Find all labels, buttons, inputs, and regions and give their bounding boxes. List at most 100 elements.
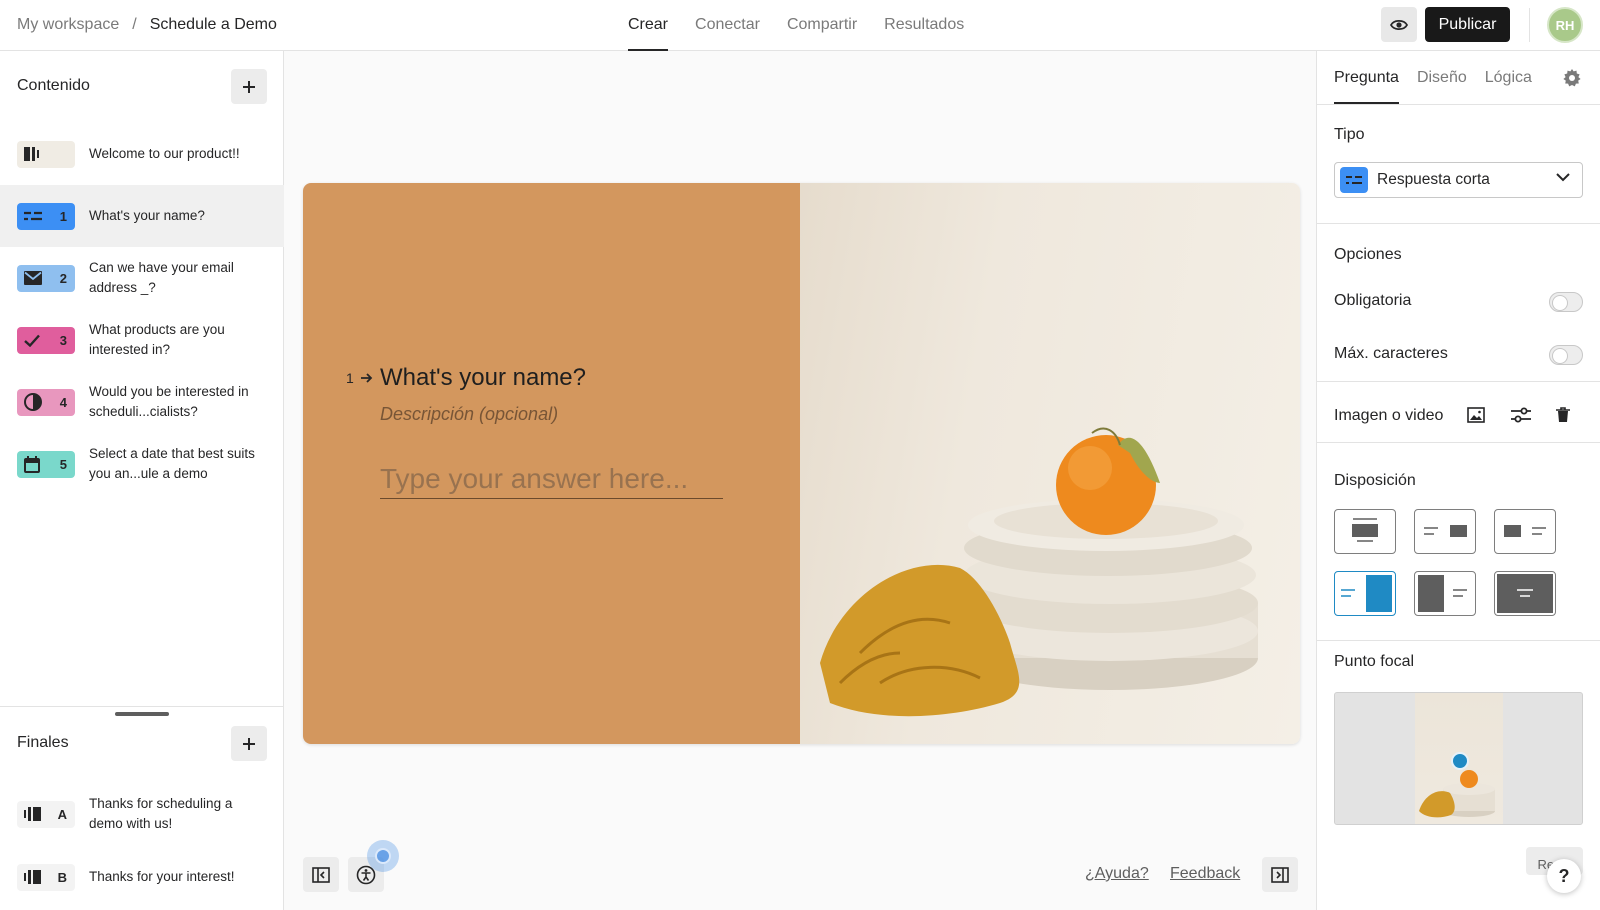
eye-icon (1390, 19, 1408, 30)
short-text-icon (24, 211, 42, 221)
ending-badge: B (17, 863, 75, 891)
help-fab-button[interactable]: ? (1547, 859, 1581, 893)
ending-letter: B (57, 869, 67, 885)
breadcrumb-workspace-link[interactable]: My workspace (17, 16, 119, 34)
onboarding-hotspot-dot (375, 848, 391, 864)
layout-option-5[interactable] (1414, 571, 1476, 616)
layout-left-small-image-icon (1504, 525, 1546, 537)
required-toggle[interactable] (1549, 292, 1583, 312)
short-text-icon (1346, 176, 1362, 184)
divider (1317, 104, 1600, 105)
collapse-left-panel-button[interactable] (303, 857, 339, 892)
onboarding-hotspot[interactable] (367, 840, 399, 872)
question-preview-card: 1 What's your name? Descripción (opciona… (303, 183, 1300, 744)
gear-icon[interactable] (1563, 69, 1581, 87)
welcome-screen-icon (24, 147, 39, 161)
question-badge: 3 (17, 326, 75, 354)
endings-panel-title: Finales (17, 734, 69, 751)
add-question-button[interactable] (231, 69, 267, 104)
trash-icon[interactable] (1556, 407, 1570, 423)
list-item-question-5[interactable]: 5 Select a date that best suits you an..… (0, 433, 284, 495)
tab-share[interactable]: Compartir (787, 0, 857, 51)
tab-question[interactable]: Pregunta (1334, 51, 1399, 104)
list-item-welcome[interactable]: Welcome to our product!! (0, 123, 284, 185)
list-item-label: What's your name? (89, 208, 205, 223)
question-number: 5 (59, 456, 67, 472)
tab-create[interactable]: Crear (628, 0, 669, 51)
sliders-icon[interactable] (1511, 407, 1531, 423)
help-link[interactable]: ¿Ayuda? (1085, 865, 1149, 883)
layout-option-2[interactable] (1414, 509, 1476, 554)
media-label: Imagen o video (1334, 407, 1444, 424)
breadcrumb-separator: / (132, 16, 137, 33)
list-item-ending-b[interactable]: B Thanks for your interest! (0, 846, 284, 908)
question-number: 4 (59, 394, 67, 410)
layout-right-small-image-icon (1424, 525, 1467, 537)
ending-screen-icon (24, 807, 41, 821)
tab-design[interactable]: Diseño (1417, 51, 1467, 104)
question-title[interactable]: What's your name? (380, 364, 586, 392)
question-number: 2 (59, 270, 67, 286)
list-item-question-1[interactable]: 1 What's your name? (0, 185, 284, 247)
question-badge: 5 (17, 450, 75, 478)
max-chars-label: Máx. caracteres (1334, 345, 1448, 362)
collapse-right-panel-button[interactable] (1262, 857, 1298, 892)
feedback-link[interactable]: Feedback (1170, 865, 1240, 883)
max-chars-toggle[interactable] (1549, 345, 1583, 365)
list-item-question-2[interactable]: 2 Can we have your email address _? (0, 247, 284, 309)
breadcrumb-form-title[interactable]: Schedule a Demo (150, 16, 277, 34)
panel-resize-handle[interactable] (115, 712, 169, 716)
layout-option-4-selected[interactable] (1334, 571, 1396, 616)
type-label: Tipo (1334, 126, 1365, 143)
content-sidebar: Contenido Welcome to our product!! 1 Wha… (0, 51, 284, 910)
question-badge: 1 (17, 202, 75, 230)
divider (1317, 442, 1600, 443)
question-badge: 2 (17, 264, 75, 292)
image-icon[interactable] (1467, 407, 1485, 423)
ending-screen-icon (24, 870, 41, 884)
options-label: Opciones (1334, 246, 1402, 263)
layout-split-right-image-icon (1341, 575, 1392, 612)
tab-connect[interactable]: Conectar (695, 0, 760, 51)
tab-logic[interactable]: Lógica (1485, 51, 1532, 104)
question-image (800, 183, 1300, 744)
answer-input[interactable] (380, 459, 723, 499)
focal-point-handle[interactable] (1451, 752, 1469, 770)
layout-background-image-icon (1497, 574, 1553, 613)
preview-button[interactable] (1381, 7, 1417, 42)
layout-option-6[interactable] (1494, 571, 1556, 616)
tab-results[interactable]: Resultados (884, 0, 964, 51)
list-item-label: Thanks for scheduling a demo with us! (89, 796, 233, 831)
list-item-label: What products are you interested in? (89, 322, 225, 357)
panel-right-icon (1271, 866, 1289, 883)
add-ending-button[interactable] (231, 726, 267, 761)
list-item-label: Would you be interested in scheduli...ci… (89, 384, 249, 419)
list-item-label: Thanks for your interest! (89, 869, 235, 884)
main-nav-tabs: Crear Conectar Compartir Resultados (628, 0, 991, 51)
layout-option-3[interactable] (1494, 509, 1556, 554)
question-number: 3 (59, 332, 67, 348)
content-panel-title: Contenido (17, 77, 90, 94)
question-type-select[interactable]: Respuesta corta (1334, 162, 1583, 198)
question-index-number: 1 (346, 370, 354, 386)
question-content-area: 1 What's your name? Descripción (opciona… (303, 183, 800, 744)
type-select-value: Respuesta corta (1377, 171, 1490, 188)
list-item-question-3[interactable]: 3 What products are you interested in? (0, 309, 284, 371)
publish-button[interactable]: Publicar (1425, 7, 1510, 42)
settings-panel: Pregunta Diseño Lógica Tipo Respuesta co… (1316, 51, 1600, 910)
list-item-question-4[interactable]: 4 Would you be interested in scheduli...… (0, 371, 284, 433)
top-bar: My workspace / Schedule a Demo Crear Con… (0, 0, 1600, 51)
checkmark-icon (24, 334, 40, 347)
avatar[interactable]: RH (1547, 7, 1583, 43)
focal-point-picker[interactable] (1334, 692, 1583, 825)
arrow-right-icon (360, 373, 372, 383)
question-description[interactable]: Descripción (opcional) (380, 404, 558, 425)
list-item-ending-a[interactable]: A Thanks for scheduling a demo with us! (0, 783, 284, 845)
required-label: Obligatoria (1334, 292, 1412, 309)
question-badge: 4 (17, 388, 75, 416)
layout-option-1[interactable] (1334, 509, 1396, 554)
ending-letter: A (57, 806, 67, 822)
list-item-label: Welcome to our product!! (89, 146, 240, 161)
calendar-icon (24, 455, 40, 473)
divider (1317, 381, 1600, 382)
